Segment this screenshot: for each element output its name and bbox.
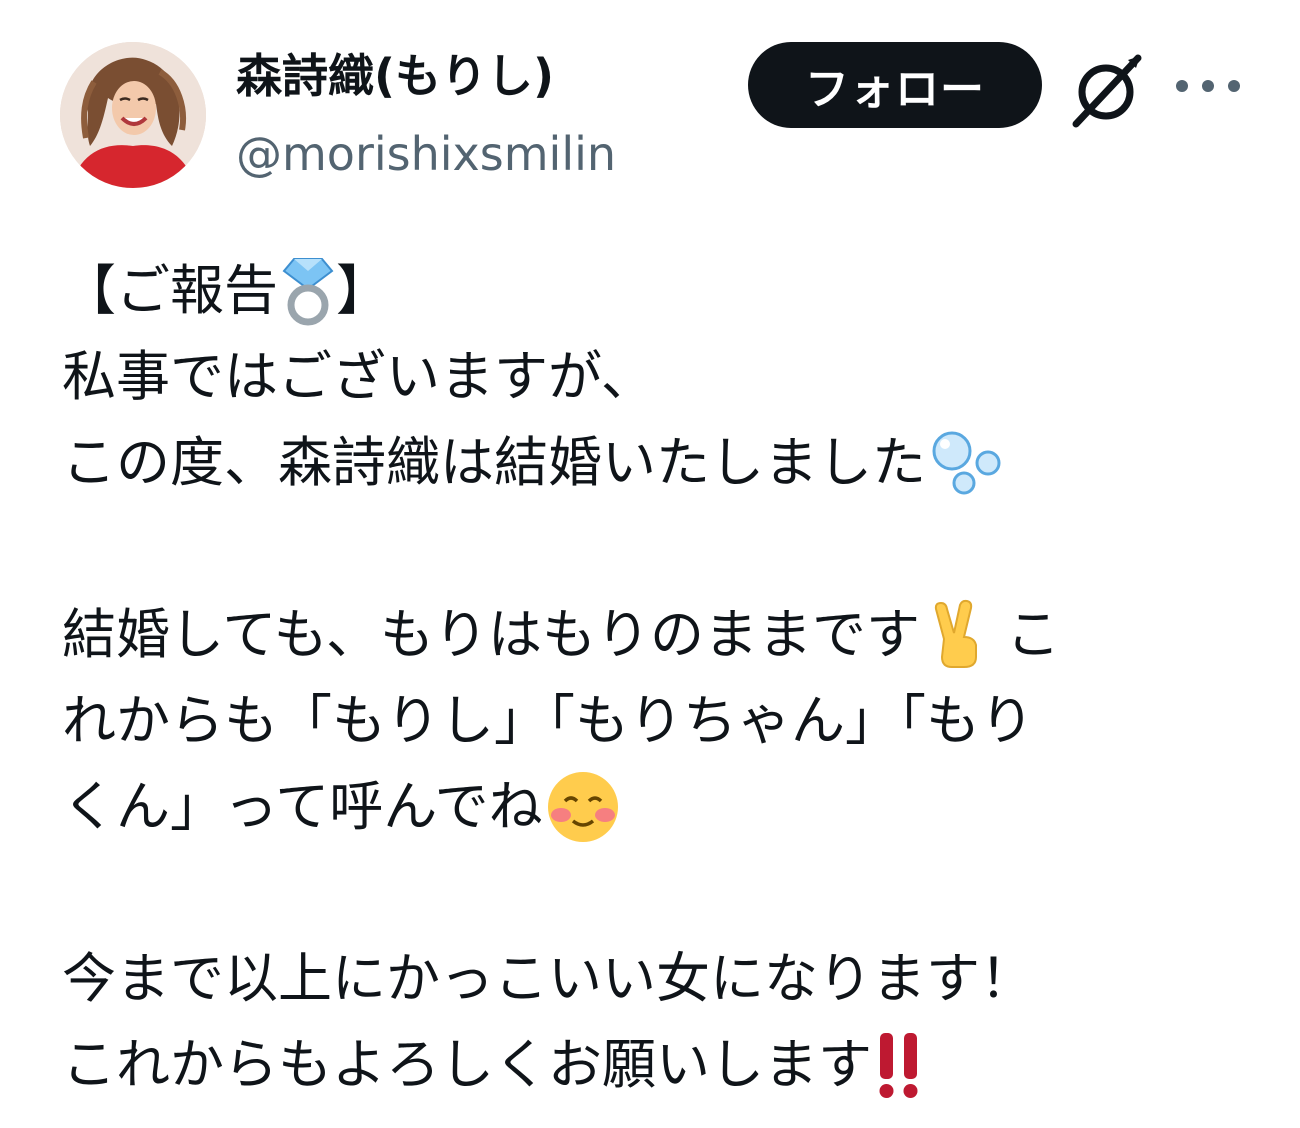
smiling-face-icon [547,772,618,842]
avatar[interactable] [60,42,206,188]
tweet-line: 結婚しても、もりはもりのままです こ [62,592,1262,678]
author-handle[interactable]: @morishixsmilin [236,124,616,184]
more-horizontal-icon[interactable] [1176,66,1240,106]
tweet-text: 【ご報告 】 私事ではございますが、 この度、森詩織は結婚いたしました 結婚して… [62,248,1262,1108]
tweet-line-text: こ [1006,603,1061,666]
dot-icon [1202,80,1214,92]
tweet-line-text: この度、森詩織は結婚いたしました [62,431,926,494]
bubbles-icon [932,431,1001,495]
grok-icon[interactable] [1068,52,1144,128]
tweet-line-text: 【ご報告 [62,259,278,322]
tweet-line: 今まで以上にかっこいい女になります！ [62,947,1034,1010]
tweet-line: 【ご報告 】 [62,248,1262,334]
tweet-line-text: 結婚しても、もりはもりのままです [62,603,921,666]
tweet-line-text: くん」って呼んでね [62,775,543,838]
follow-button[interactable]: フォロー [748,42,1042,128]
tweet-line-text: これからもよろしくお願いします [62,1033,872,1096]
tweet-line: くん」って呼んでね [62,764,1262,850]
tweet-line: 私事ではございますが、 [62,345,655,408]
dot-icon [1176,80,1188,92]
ring-icon [282,258,334,326]
tweet-header: 森詩織(もりし) @morishixsmilin フォロー [0,0,1300,200]
tweet-line: れからも「もりし」「もりちゃん」「もり [62,689,1034,752]
victory-hand-icon [934,599,978,668]
tweet-line: この度、森詩織は結婚いたしました [62,420,1262,506]
tweet-line-text: 】 [336,259,390,322]
tweet-line: これからもよろしくお願いします [62,1022,1262,1108]
author-display-name[interactable]: 森詩織(もりし) [236,44,554,108]
double-exclamation-icon [879,1033,918,1098]
dot-icon [1228,80,1240,92]
